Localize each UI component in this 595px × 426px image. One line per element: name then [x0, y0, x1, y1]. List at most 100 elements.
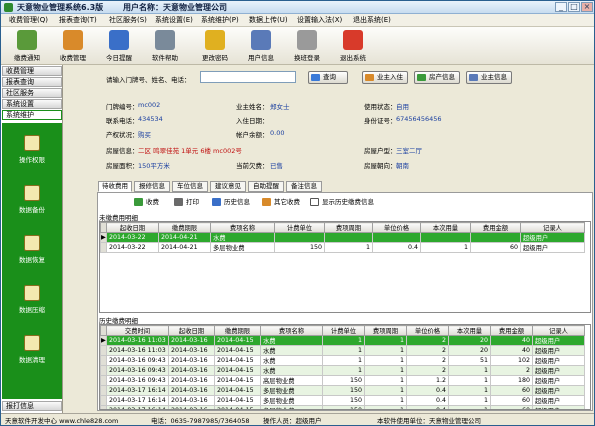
toolbar-change-password[interactable]: 更改密码 — [193, 28, 237, 64]
column-header[interactable]: 交费时间 — [106, 325, 169, 336]
column-header[interactable]: 缴费期限 — [214, 325, 261, 336]
print-button[interactable]: 打印 — [174, 197, 199, 207]
table-cell: 180 — [490, 375, 533, 386]
id-value: 67456456456 — [396, 115, 442, 123]
column-header[interactable]: 记录人 — [532, 325, 585, 336]
search-icon — [311, 74, 320, 81]
table-row[interactable]: 2014-03-16 09:43 2014-03-16 2014-04-15 高层物业… — [100, 375, 585, 386]
collect-button[interactable]: 收费 — [134, 197, 159, 207]
table-cell: 2014-03-17 16:14 — [106, 405, 169, 409]
minimize-button[interactable]: _ — [555, 2, 567, 12]
table-cell: 51 — [448, 355, 491, 366]
column-header[interactable]: 计费单位 — [274, 222, 325, 233]
history-button[interactable]: 历史信息 — [212, 197, 250, 207]
tab-pending-fees[interactable]: 待收费用 — [98, 181, 132, 192]
column-header[interactable]: 费用金额 — [470, 222, 521, 233]
sidebar-item-compress[interactable]: 数据压缩 — [2, 283, 62, 323]
table-cell: 2014-03-16 — [168, 355, 215, 366]
tab-parking-info[interactable]: 车位信息 — [172, 181, 208, 192]
menu-exit[interactable]: 退出系统(E) — [353, 15, 391, 25]
table-cell: 60 — [490, 405, 533, 409]
app-icon — [4, 3, 13, 12]
table-cell: 1 — [364, 375, 407, 386]
toolbar-shift-login[interactable]: 换班登录 — [285, 28, 329, 64]
sidebar-header-maintenance[interactable]: 系统维护 — [2, 110, 62, 120]
column-header[interactable]: 起收日期 — [106, 222, 159, 233]
tab-repair-info[interactable]: 报修信息 — [134, 181, 170, 192]
sidebar-item-restore[interactable]: 数据恢复 — [2, 233, 62, 273]
sidebar-footer[interactable]: 报打信息 — [2, 401, 62, 411]
tab-self-reminder[interactable]: 自助提醒 — [248, 181, 284, 192]
table-cell: 2014-03-16 — [168, 335, 215, 346]
column-header[interactable]: 单位价格 — [406, 325, 449, 336]
column-header[interactable]: 费项名称 — [210, 222, 275, 233]
table-row[interactable]: 2014-03-17 16:142014-03-162014-04-15多层物业… — [100, 395, 585, 406]
maximize-button[interactable]: □ — [568, 2, 580, 12]
tab-suggestions[interactable]: 建议意见 — [210, 181, 246, 192]
menu-settings[interactable]: 系统设置(E) — [155, 15, 193, 25]
owner-checkin-button[interactable]: 业主入住 — [362, 71, 408, 84]
toolbar-exit[interactable]: 退出系统 — [331, 28, 375, 64]
column-header[interactable]: 本次用量 — [420, 222, 471, 233]
column-header[interactable]: 计费单位 — [322, 325, 365, 336]
status-operator: 操作人员：超级用户 — [263, 417, 322, 425]
toolbar-user-info[interactable]: 用户信息 — [239, 28, 283, 64]
menu-charge[interactable]: 收费管理(Q) — [9, 15, 48, 25]
column-header[interactable]: 缴费期限 — [158, 222, 211, 233]
table-cell: 20 — [448, 345, 491, 356]
table-cell: 2014-03-16 — [168, 395, 215, 406]
table-row[interactable]: 2014-03-16 09:43 2014-03-16 2014-04-15 水费 1 1… — [100, 365, 585, 376]
menu-report[interactable]: 报表查询(T) — [59, 15, 97, 25]
sidebar-header-charge[interactable]: 收费管理 — [2, 66, 62, 76]
table-row[interactable]: ▶ 2014-03-22 2014-04-21 水费 超级用户 — [100, 232, 585, 243]
table-row[interactable]: ▶ 2014-03-16 11:03 2014-03-16 2014-04-15 水费 1… — [100, 335, 585, 346]
owner-value: 郑女士 — [270, 103, 290, 111]
toolbar-charge[interactable]: 收费管理 — [51, 28, 95, 64]
column-header[interactable]: 费用金额 — [490, 325, 533, 336]
menu-community[interactable]: 社区服务(S) — [109, 15, 147, 25]
sidebar-header-settings[interactable]: 系统设置 — [2, 99, 62, 109]
tab-notes[interactable]: 备注信息 — [286, 181, 322, 192]
menu-bar: 收费管理(Q) 报表查询(T) 社区服务(S) 系统设置(E) 系统维护(P) … — [1, 14, 594, 27]
toolbar-payment-notice[interactable]: 缴费通知 — [5, 28, 49, 64]
sidebar-item-cleanup[interactable]: 数据清理 — [2, 333, 62, 373]
table-cell: 超级用户 — [532, 395, 585, 406]
sidebar-item-backup[interactable]: 数据备份 — [2, 183, 62, 223]
table-row[interactable]: 2014-03-16 09:43 2014-03-16 2014-04-15 水费 1 1… — [100, 355, 585, 366]
table-cell: 水费 — [260, 345, 323, 356]
column-header[interactable]: 费项名称 — [260, 325, 323, 336]
menu-maintenance[interactable]: 系统维护(P) — [201, 15, 239, 25]
table-cell: 超级用户 — [532, 405, 585, 409]
owner-info-button[interactable]: 业主信息 — [466, 71, 512, 84]
table-row[interactable]: 2014-03-16 11:03 2014-03-16 2014-04-15 水费 1 1… — [100, 345, 585, 356]
toolbar-today-reminder[interactable]: 今日提醒 — [97, 28, 141, 64]
other-charge-button[interactable]: 其它收费 — [262, 197, 300, 207]
house-info-button[interactable]: 房产信息 — [414, 71, 460, 84]
toolbar-help[interactable]: 软件帮助 — [143, 28, 187, 64]
sidebar-header-report[interactable]: 报表查询 — [2, 77, 62, 87]
column-header[interactable]: 费项周期 — [324, 222, 373, 233]
house-value: 二区 鸣翠佳苑 1单元 6楼 mc002号 — [138, 147, 242, 155]
sidebar-item-permissions[interactable]: 操作权限 — [2, 133, 62, 173]
table-cell: 2 — [406, 365, 449, 376]
column-header[interactable]: 费项周期 — [364, 325, 407, 336]
table-cell: 1 — [448, 365, 491, 376]
menu-input-method[interactable]: 设置输入法(X) — [297, 15, 342, 25]
table-row[interactable]: 2014-03-17 16:142014-03-162014-04-15多层物业… — [100, 385, 585, 396]
column-header[interactable]: 本次用量 — [448, 325, 491, 336]
column-header[interactable]: 单位价格 — [372, 222, 421, 233]
table-cell: 2014-04-15 — [214, 345, 261, 356]
query-button[interactable]: 查询 — [308, 71, 348, 84]
search-label: 请输入门牌号、姓名、电话： — [106, 76, 191, 84]
sidebar-header-community[interactable]: 社区服务 — [2, 88, 62, 98]
search-input[interactable] — [200, 71, 296, 83]
table-cell: 多层物业费 — [260, 395, 323, 406]
table-row[interactable]: 2014-03-17 16:142014-03-162014-04-15多层物业… — [100, 405, 585, 409]
show-history-checkbox[interactable]: 显示历史缴费信息 — [310, 197, 374, 207]
close-button[interactable]: × — [581, 2, 593, 12]
table-cell: 2014-03-16 09:43 — [106, 375, 169, 386]
column-header[interactable]: 起收日期 — [168, 325, 215, 336]
column-header[interactable]: 记录人 — [520, 222, 585, 233]
menu-upload[interactable]: 数据上传(U) — [249, 15, 288, 25]
table-row[interactable]: 2014-03-22 2014-04-21 多层物业费 150 1 0.4 1 60 超级用户 — [100, 242, 585, 253]
